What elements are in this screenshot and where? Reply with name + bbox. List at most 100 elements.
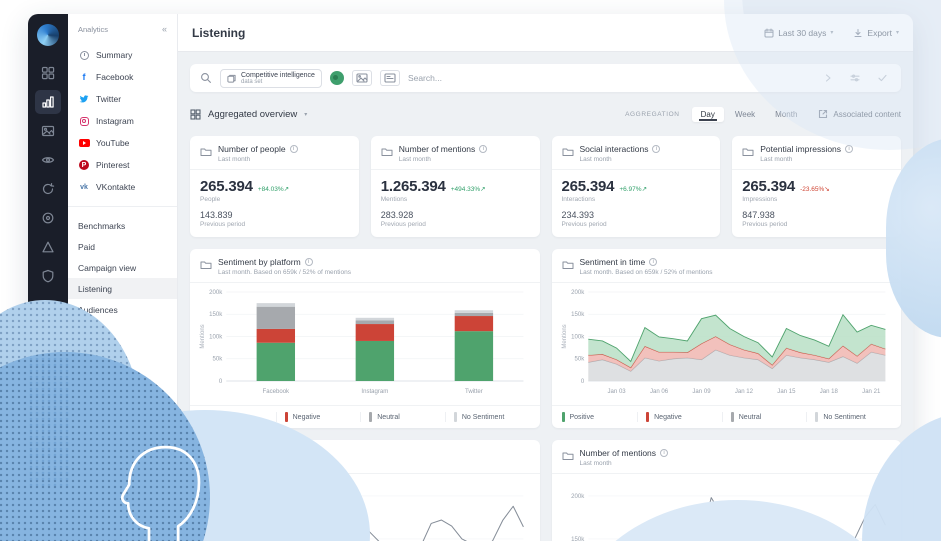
kpi-title: Social interactions	[579, 144, 649, 154]
info-icon[interactable]	[652, 145, 661, 153]
image-icon	[356, 73, 368, 83]
svg-text:Facebook: Facebook	[263, 389, 291, 395]
aggregation-option-week[interactable]: Week	[726, 107, 764, 122]
chart-title: Number of mentions	[579, 448, 657, 458]
sidebar-item-twitter[interactable]: Twitter	[68, 88, 177, 110]
info-icon[interactable]	[660, 449, 669, 457]
targeting-icon[interactable]	[35, 206, 61, 230]
aggregation-segmented-control: Day Week Month	[691, 106, 807, 122]
chart-subtitle: Last month	[218, 460, 251, 467]
info-icon[interactable]	[479, 145, 488, 153]
main-area: Listening Last 30 days ▾ Export ▾ Compet…	[178, 14, 913, 541]
sidebar-item-listening[interactable]: Listening	[68, 278, 177, 299]
sidebar-item-benchmarks[interactable]: Benchmarks	[68, 215, 177, 236]
check-icon[interactable]	[878, 69, 887, 87]
sidebar-item-paid[interactable]: Paid	[68, 236, 177, 257]
svg-text:150k: 150k	[571, 312, 585, 318]
download-icon	[854, 28, 862, 37]
sentiment-in-time-card: Sentiment in time Last month. Based on 6…	[551, 249, 901, 428]
sidebar-item-instagram[interactable]: Instagram	[68, 110, 177, 132]
export-button[interactable]: Export ▾	[853, 28, 899, 38]
legend-item-neutral[interactable]: Neutral	[721, 412, 807, 422]
associated-content-toggle[interactable]: Associated content	[818, 109, 901, 119]
kpi-title: Potential impressions	[760, 144, 842, 154]
kpi-previous-value: 234.393	[561, 210, 595, 220]
info-icon[interactable]	[845, 145, 854, 153]
sidebar-item-label: Benchmarks	[78, 220, 126, 231]
engagement-thumb-icon[interactable]	[35, 351, 61, 375]
sidebar-item-label: Pinterest	[96, 160, 130, 170]
trend-arrow-icon: ↗	[641, 186, 648, 193]
folder-icon	[200, 144, 212, 162]
search-input[interactable]	[407, 73, 816, 83]
sidebar-collapse-icon[interactable]: «	[162, 24, 167, 34]
automation-refresh-icon[interactable]	[35, 177, 61, 201]
sidebar-item-vkontakte[interactable]: vk VKontakte	[68, 176, 177, 198]
svg-text:0: 0	[580, 379, 584, 385]
view-selector[interactable]: Aggregated overview ▾	[190, 109, 307, 120]
kpi-delta: -23.65%↘	[800, 186, 830, 193]
kpi-previous-label: Previous period	[561, 221, 607, 228]
svg-text:Jan 21: Jan 21	[862, 389, 881, 395]
info-icon[interactable]	[289, 449, 298, 457]
legend-item-negative[interactable]: Negative	[275, 412, 361, 422]
community-eye-icon[interactable]	[35, 148, 61, 172]
kpi-previous-label: Previous period	[200, 221, 246, 228]
aggregation-option-day[interactable]: Day	[691, 106, 724, 122]
info-icon[interactable]	[649, 258, 658, 266]
info-icon[interactable]	[304, 258, 313, 266]
chart-title: Sentiment by platform	[218, 257, 301, 267]
date-range-label: Last 30 days	[778, 27, 827, 38]
chevron-right-icon[interactable]	[824, 69, 832, 87]
influencers-megaphone-icon[interactable]	[35, 293, 61, 317]
sliders-icon[interactable]	[850, 69, 860, 87]
trend-arrow-icon: ↗	[480, 186, 486, 193]
svg-text:150k: 150k	[571, 537, 585, 541]
sentiment-in-time-chart: 0 50k 100k 150k 200k Mentions Jan 03 Jan 06 Jan …	[562, 290, 886, 395]
svg-text:200k: 200k	[571, 494, 585, 500]
legend-item-positive[interactable]: Positive	[200, 412, 276, 422]
awards-trophy-icon[interactable]	[35, 322, 61, 346]
sidebar-item-campaign-view[interactable]: Campaign view	[68, 257, 177, 278]
analytics-icon[interactable]	[35, 89, 61, 114]
kpi-unit-label: Impressions	[742, 196, 778, 203]
legend-item-no-sentiment[interactable]: No Sentiment	[444, 412, 530, 422]
legend-item-no-sentiment[interactable]: No Sentiment	[806, 412, 891, 422]
search-bar: Competitive intelligence data set	[190, 64, 901, 92]
app-logo[interactable]	[37, 24, 59, 46]
query-chip[interactable]: Competitive intelligence data set	[220, 68, 322, 88]
card-filter-button[interactable]	[379, 70, 400, 86]
summary-clock-icon	[79, 50, 89, 60]
date-range-button[interactable]: Last 30 days ▾	[764, 28, 833, 38]
kpi-previous-label: Previous period	[380, 221, 426, 228]
kpi-card-interactions: Social interactions Last month 265.394 +6…	[551, 136, 721, 237]
dashboard-icon[interactable]	[35, 61, 61, 85]
legend-item-neutral[interactable]: Neutral	[360, 412, 445, 422]
sidebar-item-pinterest[interactable]: P Pinterest	[68, 154, 177, 176]
content-icon[interactable]	[35, 119, 61, 143]
image-filter-button[interactable]	[351, 70, 372, 86]
labs-triangle-icon[interactable]	[35, 235, 61, 259]
sidebar-item-audiences[interactable]: Audiences	[68, 299, 177, 320]
chevron-down-icon: ▾	[304, 111, 308, 118]
chart-subtitle: Last month	[579, 460, 612, 467]
export-label: Export	[867, 27, 892, 38]
svg-text:Jan 18: Jan 18	[819, 389, 838, 395]
commerce-cart-icon[interactable]	[35, 380, 61, 404]
sidebar-item-facebook[interactable]: f Facebook	[68, 66, 177, 88]
chart-title: Sentiment in time	[579, 257, 646, 267]
info-icon[interactable]	[289, 145, 298, 153]
sidebar-item-summary[interactable]: Summary	[68, 44, 177, 66]
svg-text:200k: 200k	[571, 290, 585, 296]
sidebar-item-label: Twitter	[96, 94, 122, 104]
legend-item-negative[interactable]: Negative	[637, 412, 722, 422]
sentiment-filter-icon[interactable]	[329, 71, 344, 85]
sidebar-item-youtube[interactable]: YouTube	[68, 132, 177, 154]
legend-marker	[284, 412, 288, 422]
svg-text:Jan 12: Jan 12	[734, 389, 753, 395]
kpi-title: Number of people	[218, 144, 286, 154]
aggregation-option-month[interactable]: Month	[766, 107, 806, 122]
number-of-mentions-card: Number of mentions Last month 200k 150k	[551, 440, 901, 541]
governance-shield-icon[interactable]	[35, 264, 61, 288]
legend-item-positive[interactable]: Positive	[561, 412, 638, 422]
